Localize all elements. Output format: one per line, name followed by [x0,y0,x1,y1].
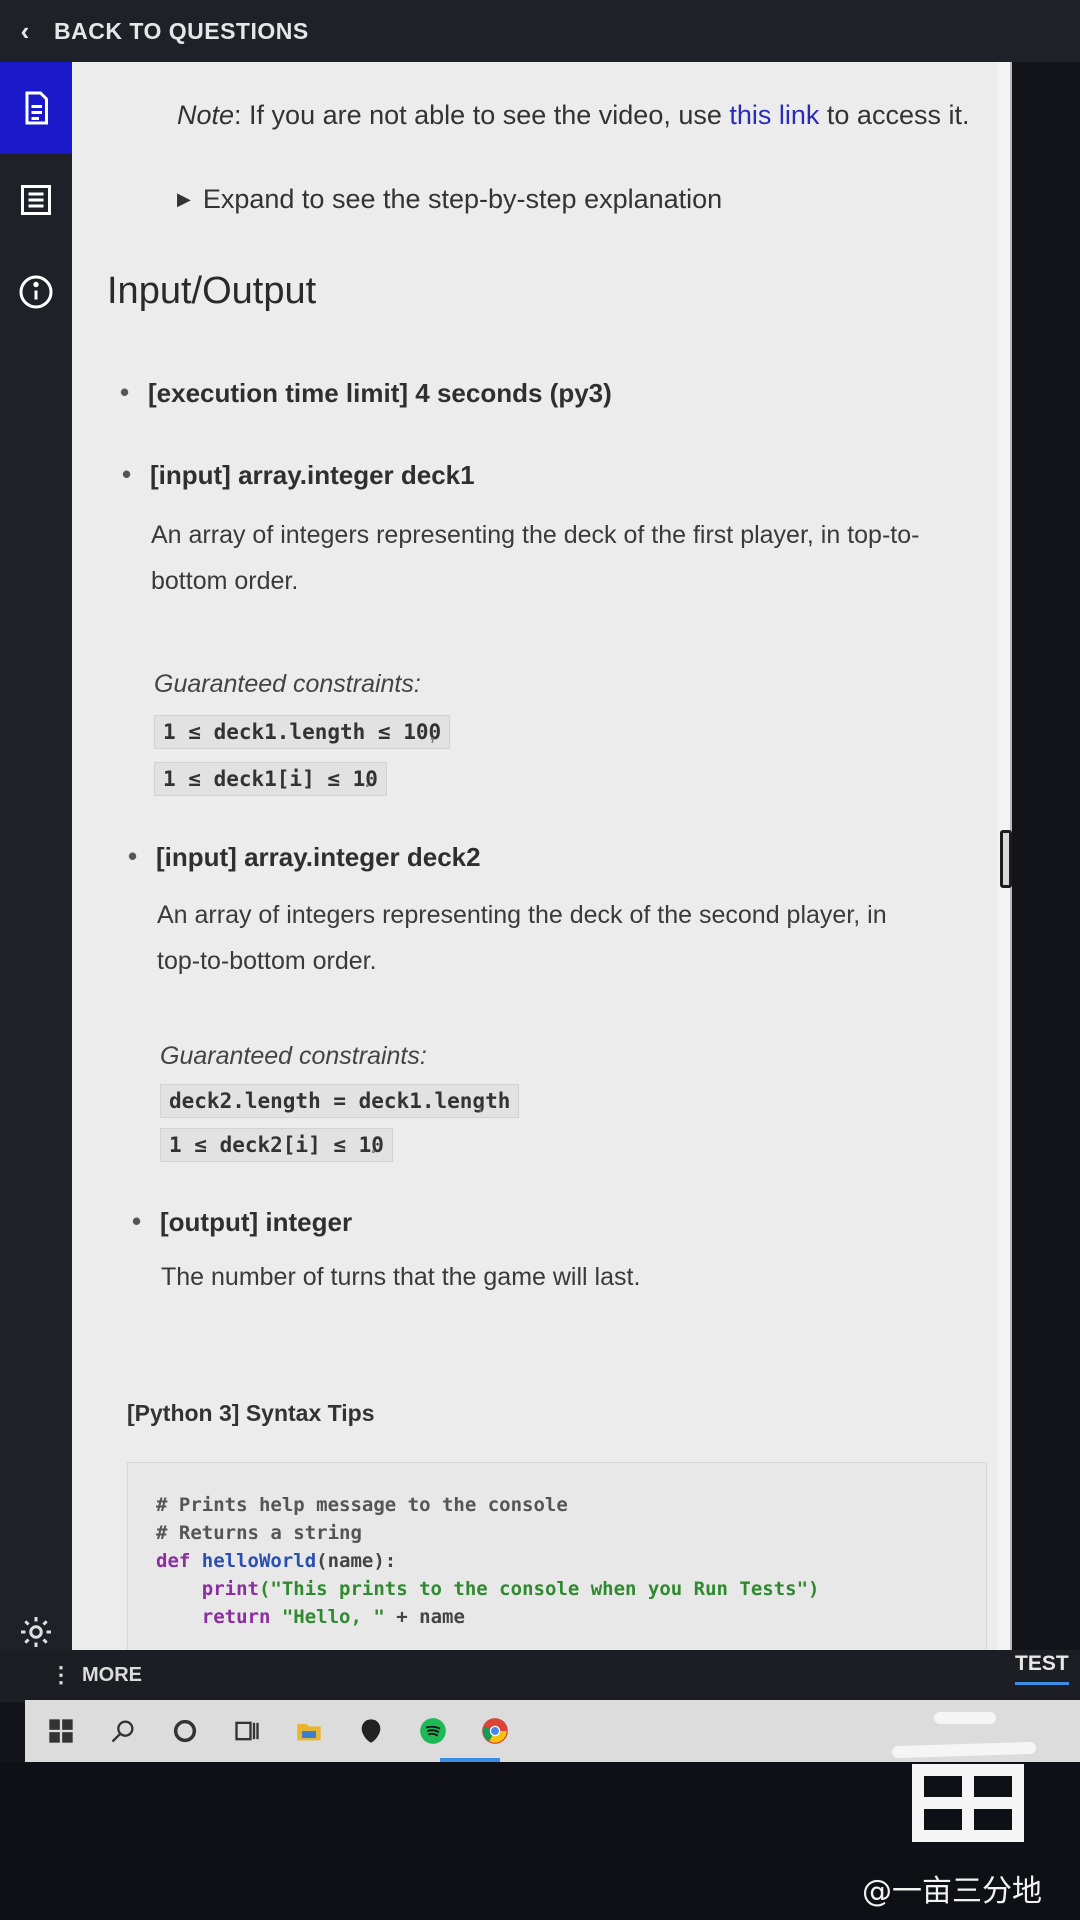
info-icon [19,275,53,309]
scrollbar-thumb[interactable] [1000,830,1012,888]
comma: , [477,1088,484,1115]
input1-label: [input] array.integer deck1 [122,459,475,491]
alienware-button[interactable] [355,1715,387,1747]
file-explorer-button[interactable] [293,1715,325,1747]
input1-constraints-label: Guaranteed constraints: [154,670,421,698]
start-button[interactable] [45,1715,77,1747]
task-view-icon [235,1721,259,1741]
code-return-string: "Hello, " [281,1606,385,1628]
syntax-tips-title: [Python 3] Syntax Tips [127,1400,375,1426]
note-prefix: Note [177,100,235,130]
input2-desc-line1: An array of integers representing the de… [157,901,887,929]
cortana-button[interactable] [169,1715,201,1747]
expand-explanation-toggle[interactable]: ▶ Expand to see the step-by-step explanat… [177,184,722,215]
input1-description: An array of integers representing the de… [151,512,981,604]
file-explorer-icon [297,1724,321,1741]
watermark-seal [892,1712,1036,1842]
input2-description: An array of integers representing the de… [157,892,987,984]
input2-constraints-label: Guaranteed constraints: [160,1042,427,1070]
output-description: The number of turns that the game will l… [161,1263,641,1291]
code-line-2: # Returns a string [156,1522,362,1544]
input1-constraint-value: 1 ≤ deck1[i] ≤ 10 [154,762,387,796]
code-print-keyword: print [201,1578,259,1600]
video-link[interactable]: this link [729,100,819,130]
list-tab[interactable] [0,154,72,246]
chrome-icon [482,1718,508,1744]
list-icon [21,185,51,215]
settings-icon [21,1617,51,1647]
code-def-keyword: def [156,1550,191,1572]
search-icon [111,1720,134,1743]
code-line-1: # Prints help message to the console [156,1494,568,1516]
output-label: [output] integer [132,1206,352,1238]
description-tab[interactable] [0,62,72,154]
spotify-button[interactable] [417,1715,449,1747]
description-panel: Note: If you are not able to see the vid… [72,62,1012,1662]
expand-triangle-icon: ▶ [177,189,191,209]
code-params: (name): [316,1550,397,1572]
code-return-rest: + name [384,1606,465,1628]
video-note: Note: If you are not able to see the vid… [177,100,969,131]
more-button[interactable]: MORE [82,1664,142,1687]
note-suffix: to access it. [819,100,970,130]
description-icon [25,91,48,125]
spotify-icon [420,1718,446,1744]
code-return-keyword: return [201,1606,271,1628]
task-view-button[interactable] [231,1715,263,1747]
input2-constraint-length: deck2.length = deck1.length [160,1084,520,1118]
chrome-button[interactable] [479,1715,511,1747]
input2-constraint-value: 1 ≤ deck2[i] ≤ 10 [160,1128,393,1162]
bottom-bar: ⋮ MORE TEST [0,1650,1080,1700]
input1-constraint-length: 1 ≤ deck1.length ≤ 100 [154,715,451,749]
cortana-icon [173,1719,197,1743]
test-tab[interactable]: TEST [1015,1652,1069,1685]
comma: , [429,719,436,746]
expand-label: Expand to see the step-by-step explanati… [202,184,723,214]
alienware-icon [361,1719,381,1743]
time-limit-item: [execution time limit] 4 seconds (py3) [120,377,612,409]
search-button[interactable] [107,1715,139,1747]
back-to-questions-link[interactable]: BACK TO QUESTIONS [54,18,309,45]
back-icon[interactable]: ‹ [12,16,38,46]
left-rail [0,62,72,1702]
period: . [364,766,371,793]
info-tab[interactable] [0,246,72,338]
input2-desc-line2: top-to-bottom order. [157,947,377,975]
syntax-code-block: # Prints help message to the console # R… [127,1462,987,1652]
input1-desc-line2: bottom order. [151,567,299,595]
input2-label: [input] array.integer deck2 [128,841,481,873]
note-text: : If you are not able to see the video, … [234,100,730,130]
windows-icon [49,1719,73,1743]
code-print-string: ("This prints to the console when you Ru… [258,1578,820,1600]
io-heading: Input/Output [107,270,317,312]
top-bar: ‹ BACK TO QUESTIONS [0,0,1080,62]
input1-desc-line1: An array of integers representing the de… [151,521,920,549]
code-function-name: helloWorld [201,1550,317,1572]
watermark-text: @一亩三分地 [862,1874,1042,1909]
period: . [370,1132,377,1159]
more-dots-icon[interactable]: ⋮ [50,1662,72,1688]
